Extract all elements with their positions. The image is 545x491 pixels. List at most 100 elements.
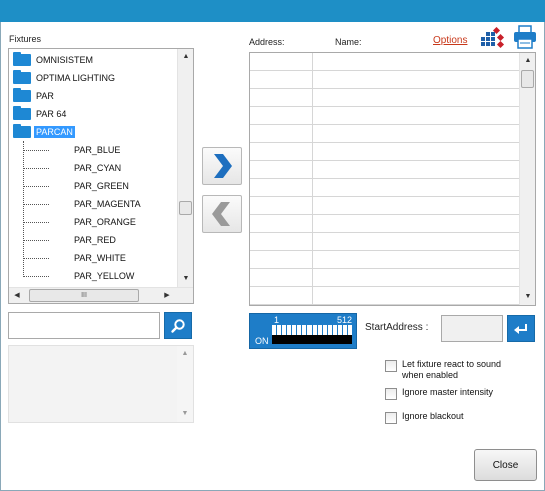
tree-folder-par-64[interactable]: PAR 64 (9, 105, 177, 123)
title-bar (0, 0, 545, 22)
tree-fixture-label: PAR_ORANGE (74, 217, 136, 227)
tree-folder-parcan[interactable]: PARCAN (9, 123, 177, 141)
tree-folder-label: PAR (36, 91, 54, 101)
grid-vertical-scrollbar[interactable]: ▲ ▼ (519, 53, 535, 305)
tree-folder-label: PARCAN (34, 126, 75, 138)
grid-row[interactable] (250, 53, 520, 71)
dmx-start-label: 1 (274, 315, 280, 325)
react-to-sound-checkbox[interactable] (385, 360, 397, 372)
scroll-thumb[interactable] (521, 70, 534, 88)
dmx-channel-cells (272, 325, 352, 335)
grid-row[interactable] (250, 179, 520, 197)
grid-row[interactable] (250, 269, 520, 287)
grid-row[interactable] (250, 143, 520, 161)
grid-row[interactable] (250, 89, 520, 107)
dmx-end-label: 512 (336, 315, 352, 325)
dmx-cell (312, 325, 317, 335)
scroll-left-icon[interactable]: ◀ (9, 288, 25, 303)
scroll-down-icon[interactable]: ▼ (178, 271, 193, 287)
scroll-down-icon[interactable]: ▼ (520, 289, 535, 305)
dmx-cell (277, 325, 282, 335)
scroll-up-icon[interactable]: ▲ (177, 346, 193, 362)
printer-icon[interactable] (512, 24, 538, 50)
grid-row[interactable] (250, 287, 520, 305)
search-icon (171, 318, 185, 333)
grid-row[interactable] (250, 197, 520, 215)
tree-fixture-label: PAR_WHITE (74, 253, 126, 263)
tree-connector (23, 150, 49, 151)
grid-row[interactable] (250, 107, 520, 125)
start-address-input[interactable] (441, 315, 503, 342)
apply-start-address-button[interactable] (507, 315, 535, 342)
grid-patch-icon[interactable] (480, 27, 506, 49)
tree-fixture-par-blue[interactable]: PAR_BLUE (9, 141, 177, 159)
tree-fixture-par-cyan[interactable]: PAR_CYAN (9, 159, 177, 177)
tree-vertical-scrollbar[interactable]: ▲ ▼ (177, 49, 193, 287)
dmx-cell (332, 325, 337, 335)
name-column-label: Name: (335, 37, 362, 47)
tree-fixture-par-green[interactable]: PAR_GREEN (9, 177, 177, 195)
tree-connector (23, 204, 49, 205)
scroll-up-icon[interactable]: ▲ (178, 49, 193, 65)
chevron-left-icon (212, 202, 230, 226)
folder-icon (13, 106, 31, 120)
tree-fixture-par-red[interactable]: PAR_RED (9, 231, 177, 249)
tree-fixture-par-magenta[interactable]: PAR_MAGENTA (9, 195, 177, 213)
scroll-thumb[interactable] (179, 201, 192, 215)
tree-horizontal-scrollbar[interactable]: ◀ III ▶ (9, 287, 193, 303)
scroll-right-icon[interactable]: ▶ (159, 288, 175, 303)
options-link[interactable]: Options (433, 35, 467, 46)
tree-folder-label: OMNISISTEM (36, 55, 94, 65)
folder-icon (13, 88, 31, 102)
ignore-master-intensity-checkbox[interactable] (385, 388, 397, 400)
grid-row[interactable] (250, 251, 520, 269)
tree-connector (23, 168, 49, 169)
tree-folder-par[interactable]: PAR (9, 87, 177, 105)
tree-folder-optima-lighting[interactable]: OPTIMA LIGHTING (9, 69, 177, 87)
close-button[interactable]: Close (474, 449, 537, 481)
grid-row[interactable] (250, 233, 520, 251)
folder-icon (13, 52, 31, 66)
dmx-cell (287, 325, 292, 335)
ignore-blackout-label: Ignore blackout (402, 411, 464, 421)
add-fixture-button[interactable] (202, 147, 242, 185)
remove-fixture-button[interactable] (202, 195, 242, 233)
search-button[interactable] (164, 312, 192, 339)
tree-folder-label: PAR 64 (36, 109, 67, 119)
ignore-blackout-checkbox[interactable] (385, 412, 397, 424)
tree-fixture-par-orange[interactable]: PAR_ORANGE (9, 213, 177, 231)
chevron-right-icon (214, 154, 232, 178)
fixture-tree[interactable]: OMNISISTEM OPTIMA LIGHTING PAR PAR 64 PA… (8, 48, 194, 304)
description-scrollbar[interactable]: ▲ ▼ (177, 346, 193, 422)
dmx-cell (297, 325, 302, 335)
dmx-cell (282, 325, 287, 335)
tree-fixture-par-white[interactable]: PAR_WHITE (9, 249, 177, 267)
tree-connector (23, 276, 49, 277)
grid-row[interactable] (250, 215, 520, 233)
tree-fixture-label: PAR_MAGENTA (74, 199, 141, 209)
tree-folder-omnisistem[interactable]: OMNISISTEM (9, 51, 177, 69)
dmx-universe-bar[interactable]: 1 512 ON (249, 313, 357, 349)
dmx-cell (342, 325, 347, 335)
tree-fixture-label: PAR_GREEN (74, 181, 129, 191)
address-column-label: Address: (249, 37, 285, 47)
fixture-search-input[interactable] (8, 312, 160, 339)
scroll-up-icon[interactable]: ▲ (520, 53, 535, 69)
dmx-cell (302, 325, 307, 335)
tree-fixture-par-yellow[interactable]: PAR_YELLOW (9, 267, 177, 285)
react-to-sound-checkbox-row[interactable]: Let fixture react to sound when enabled (385, 359, 522, 381)
grid-row[interactable] (250, 125, 520, 143)
dmx-cell (292, 325, 297, 335)
grid-row[interactable] (250, 71, 520, 89)
scroll-down-icon[interactable]: ▼ (177, 406, 193, 422)
tree-fixture-label: PAR_CYAN (74, 163, 122, 173)
dmx-cell (272, 325, 277, 335)
ignore-master-checkbox-row[interactable]: Ignore master intensity (385, 387, 493, 400)
scroll-thumb[interactable]: III (29, 289, 139, 302)
dmx-channel-strip (272, 335, 352, 344)
ignore-blackout-checkbox-row[interactable]: Ignore blackout (385, 411, 464, 424)
patch-address-grid[interactable]: ▲ ▼ (249, 52, 536, 306)
grid-row[interactable] (250, 161, 520, 179)
start-address-label: StartAddress : (365, 322, 429, 333)
react-to-sound-label: Let fixture react to sound when enabled (402, 359, 502, 380)
